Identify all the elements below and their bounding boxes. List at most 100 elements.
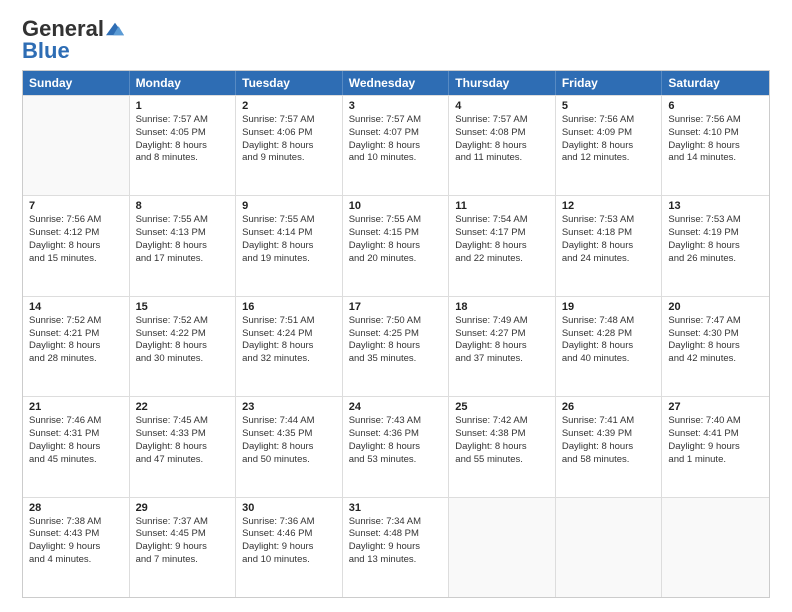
day-number: 16 [242,301,336,313]
daylight-line1: Daylight: 8 hours [242,240,336,253]
sunset-text: Sunset: 4:28 PM [562,328,656,341]
day-cell-18: 18Sunrise: 7:49 AMSunset: 4:27 PMDayligh… [449,297,556,396]
sunrise-text: Sunrise: 7:51 AM [242,315,336,328]
sunset-text: Sunset: 4:38 PM [455,428,549,441]
daylight-line1: Daylight: 8 hours [29,340,123,353]
sunset-text: Sunset: 4:30 PM [668,328,763,341]
daylight-line2: and 12 minutes. [562,152,656,165]
daylight-line1: Daylight: 8 hours [136,340,230,353]
daylight-line1: Daylight: 9 hours [668,441,763,454]
daylight-line2: and 58 minutes. [562,454,656,467]
day-cell-21: 21Sunrise: 7:46 AMSunset: 4:31 PMDayligh… [23,397,130,496]
day-cell-5: 5Sunrise: 7:56 AMSunset: 4:09 PMDaylight… [556,96,663,195]
sunrise-text: Sunrise: 7:57 AM [455,114,549,127]
sunset-text: Sunset: 4:24 PM [242,328,336,341]
day-cell-20: 20Sunrise: 7:47 AMSunset: 4:30 PMDayligh… [662,297,769,396]
day-cell-7: 7Sunrise: 7:56 AMSunset: 4:12 PMDaylight… [23,196,130,295]
sunset-text: Sunset: 4:10 PM [668,127,763,140]
sunrise-text: Sunrise: 7:48 AM [562,315,656,328]
sunset-text: Sunset: 4:13 PM [136,227,230,240]
day-number: 13 [668,200,763,212]
day-number: 17 [349,301,443,313]
sunset-text: Sunset: 4:08 PM [455,127,549,140]
empty-cell [449,498,556,597]
sunrise-text: Sunrise: 7:53 AM [562,214,656,227]
daylight-line1: Daylight: 8 hours [562,441,656,454]
daylight-line2: and 20 minutes. [349,253,443,266]
sunset-text: Sunset: 4:15 PM [349,227,443,240]
day-number: 30 [242,502,336,514]
sunrise-text: Sunrise: 7:40 AM [668,415,763,428]
sunset-text: Sunset: 4:25 PM [349,328,443,341]
sunset-text: Sunset: 4:46 PM [242,528,336,541]
daylight-line1: Daylight: 8 hours [349,340,443,353]
sunset-text: Sunset: 4:12 PM [29,227,123,240]
daylight-line1: Daylight: 8 hours [349,441,443,454]
day-cell-1: 1Sunrise: 7:57 AMSunset: 4:05 PMDaylight… [130,96,237,195]
sunset-text: Sunset: 4:27 PM [455,328,549,341]
day-cell-10: 10Sunrise: 7:55 AMSunset: 4:15 PMDayligh… [343,196,450,295]
week-row-5: 28Sunrise: 7:38 AMSunset: 4:43 PMDayligh… [23,497,769,597]
sunrise-text: Sunrise: 7:57 AM [242,114,336,127]
day-number: 3 [349,100,443,112]
daylight-line1: Daylight: 8 hours [349,240,443,253]
empty-cell [556,498,663,597]
day-cell-29: 29Sunrise: 7:37 AMSunset: 4:45 PMDayligh… [130,498,237,597]
day-number: 23 [242,401,336,413]
logo-icon [106,22,124,36]
week-row-3: 14Sunrise: 7:52 AMSunset: 4:21 PMDayligh… [23,296,769,396]
daylight-line1: Daylight: 9 hours [242,541,336,554]
daylight-line2: and 42 minutes. [668,353,763,366]
sunset-text: Sunset: 4:41 PM [668,428,763,441]
day-number: 18 [455,301,549,313]
sunrise-text: Sunrise: 7:45 AM [136,415,230,428]
day-number: 29 [136,502,230,514]
day-number: 20 [668,301,763,313]
daylight-line2: and 10 minutes. [242,554,336,567]
logo: General Blue [22,18,124,62]
daylight-line1: Daylight: 8 hours [136,240,230,253]
day-cell-22: 22Sunrise: 7:45 AMSunset: 4:33 PMDayligh… [130,397,237,496]
sunset-text: Sunset: 4:05 PM [136,127,230,140]
sunrise-text: Sunrise: 7:56 AM [668,114,763,127]
daylight-line2: and 19 minutes. [242,253,336,266]
sunset-text: Sunset: 4:45 PM [136,528,230,541]
daylight-line2: and 14 minutes. [668,152,763,165]
sunset-text: Sunset: 4:31 PM [29,428,123,441]
header-cell-saturday: Saturday [662,71,769,95]
day-cell-15: 15Sunrise: 7:52 AMSunset: 4:22 PMDayligh… [130,297,237,396]
daylight-line1: Daylight: 8 hours [668,140,763,153]
daylight-line1: Daylight: 8 hours [242,441,336,454]
empty-cell [662,498,769,597]
header-cell-tuesday: Tuesday [236,71,343,95]
sunset-text: Sunset: 4:36 PM [349,428,443,441]
daylight-line2: and 47 minutes. [136,454,230,467]
sunrise-text: Sunrise: 7:57 AM [349,114,443,127]
week-row-2: 7Sunrise: 7:56 AMSunset: 4:12 PMDaylight… [23,195,769,295]
sunset-text: Sunset: 4:35 PM [242,428,336,441]
header-cell-wednesday: Wednesday [343,71,450,95]
day-number: 15 [136,301,230,313]
daylight-line1: Daylight: 8 hours [455,441,549,454]
daylight-line1: Daylight: 8 hours [136,441,230,454]
day-cell-31: 31Sunrise: 7:34 AMSunset: 4:48 PMDayligh… [343,498,450,597]
sunrise-text: Sunrise: 7:55 AM [349,214,443,227]
day-number: 11 [455,200,549,212]
sunrise-text: Sunrise: 7:52 AM [136,315,230,328]
logo-general-text: General [22,18,104,40]
daylight-line2: and 50 minutes. [242,454,336,467]
daylight-line2: and 53 minutes. [349,454,443,467]
day-number: 24 [349,401,443,413]
day-number: 28 [29,502,123,514]
sunrise-text: Sunrise: 7:55 AM [136,214,230,227]
sunrise-text: Sunrise: 7:46 AM [29,415,123,428]
daylight-line2: and 4 minutes. [29,554,123,567]
daylight-line2: and 17 minutes. [136,253,230,266]
day-number: 1 [136,100,230,112]
daylight-line2: and 24 minutes. [562,253,656,266]
day-cell-6: 6Sunrise: 7:56 AMSunset: 4:10 PMDaylight… [662,96,769,195]
daylight-line1: Daylight: 9 hours [29,541,123,554]
day-cell-30: 30Sunrise: 7:36 AMSunset: 4:46 PMDayligh… [236,498,343,597]
day-cell-26: 26Sunrise: 7:41 AMSunset: 4:39 PMDayligh… [556,397,663,496]
sunset-text: Sunset: 4:07 PM [349,127,443,140]
